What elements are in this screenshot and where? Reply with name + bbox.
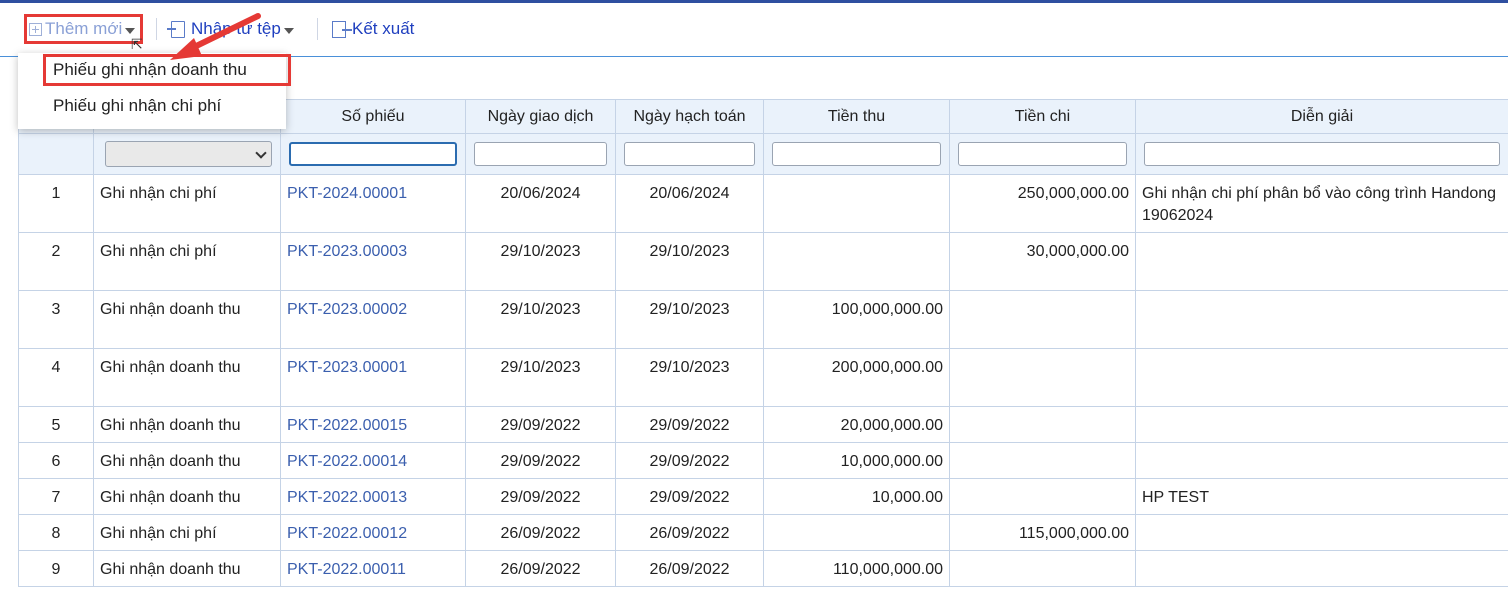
- annotation-arrow: [170, 13, 261, 60]
- col-header-posting-date[interactable]: Ngày hạch toán: [615, 99, 764, 134]
- table-filter-row: [18, 133, 1508, 175]
- row-posting-date: 26/09/2022: [649, 561, 730, 578]
- row-voucher-no-link[interactable]: PKT-2022.00013: [287, 489, 407, 506]
- row-voucher-no-link[interactable]: PKT-2023.00003: [287, 243, 407, 260]
- row-index: 2: [51, 243, 61, 260]
- mouse-cursor-icon: ⇱: [131, 37, 143, 53]
- row-type: Ghi nhận chi phí: [100, 525, 217, 542]
- col-header-payment-amount[interactable]: Tiền chi: [949, 99, 1136, 134]
- col-header-receipt-amount[interactable]: Tiền thu: [763, 99, 950, 134]
- export-label: Kết xuất: [352, 19, 415, 38]
- add-new-label: Thêm mới: [45, 19, 123, 38]
- row-type: Ghi nhận chi phí: [100, 185, 217, 202]
- description-filter-input[interactable]: [1144, 142, 1500, 166]
- row-voucher-no-link[interactable]: PKT-2022.00014: [287, 453, 407, 470]
- col-header-voucher-no[interactable]: Số phiếu: [280, 99, 466, 134]
- row-posting-date: 29/09/2022: [649, 489, 730, 506]
- row-type: Ghi nhận doanh thu: [100, 301, 241, 318]
- posting-date-filter-input[interactable]: [624, 142, 755, 166]
- row-type: Ghi nhận doanh thu: [100, 489, 241, 506]
- add-new-button[interactable]: Thêm mới: [24, 14, 143, 44]
- row-transaction-date: 29/10/2023: [500, 359, 581, 376]
- table-row[interactable]: 1 Ghi nhận chi phí PKT-2024.00001 20/06/202…: [18, 174, 1508, 233]
- row-posting-date: 29/09/2022: [649, 453, 730, 470]
- row-receipt-amount: 20,000,000.00: [840, 417, 943, 434]
- export-icon: [332, 20, 352, 38]
- col-header-transaction-date[interactable]: Ngày giao dịch: [465, 99, 616, 134]
- row-transaction-date: 29/09/2022: [500, 489, 581, 506]
- row-description: HP TEST: [1142, 489, 1209, 506]
- chevron-down-icon: [125, 27, 136, 34]
- table-row[interactable]: 4 Ghi nhận doanh thu PKT-2023.00001 29/10/2…: [18, 348, 1508, 407]
- row-transaction-date: 20/06/2024: [500, 185, 581, 202]
- row-posting-date: 20/06/2024: [649, 185, 730, 202]
- toolbar-separator: [156, 18, 157, 40]
- plus-icon: [29, 22, 42, 36]
- row-index: 6: [51, 453, 61, 470]
- row-type: Ghi nhận doanh thu: [100, 561, 241, 578]
- row-index: 7: [51, 489, 61, 506]
- voucher-no-filter-input[interactable]: [289, 142, 457, 166]
- row-posting-date: 29/10/2023: [649, 359, 730, 376]
- menu-item-expense-voucher[interactable]: Phiếu ghi nhận chi phí: [18, 89, 286, 123]
- row-payment-amount: 250,000,000.00: [1017, 185, 1129, 202]
- row-transaction-date: 26/09/2022: [500, 561, 581, 578]
- type-filter-select[interactable]: [105, 141, 272, 167]
- row-type: Ghi nhận chi phí: [100, 243, 217, 260]
- row-receipt-amount: 110,000,000.00: [832, 561, 943, 578]
- row-index: 9: [51, 561, 61, 578]
- table-row[interactable]: 7 Ghi nhận doanh thu PKT-2022.00013 29/09/2…: [18, 478, 1508, 515]
- row-posting-date: 26/09/2022: [649, 525, 730, 542]
- row-receipt-amount: 100,000,000.00: [831, 301, 943, 318]
- row-voucher-no-link[interactable]: PKT-2022.00012: [287, 525, 407, 542]
- filter-cell-empty: [18, 133, 94, 175]
- row-index: 3: [51, 301, 61, 318]
- row-payment-amount: 115,000,000.00: [1018, 525, 1129, 542]
- row-voucher-no-link[interactable]: PKT-2022.00011: [287, 561, 406, 578]
- row-posting-date: 29/09/2022: [649, 417, 730, 434]
- col-header-description[interactable]: Diễn giải: [1135, 99, 1508, 134]
- table-row[interactable]: 6 Ghi nhận doanh thu PKT-2022.00014 29/09/2…: [18, 442, 1508, 479]
- row-transaction-date: 29/10/2023: [500, 301, 581, 318]
- row-transaction-date: 29/10/2023: [500, 243, 581, 260]
- filter-cell-type: [93, 133, 281, 175]
- voucher-table: Số phiếu Ngày giao dịch Ngày hạch toán T…: [18, 99, 1508, 587]
- row-index: 1: [51, 185, 61, 202]
- row-type: Ghi nhận doanh thu: [100, 359, 241, 376]
- row-voucher-no-link[interactable]: PKT-2023.00001: [287, 359, 407, 376]
- export-button[interactable]: Kết xuất: [332, 14, 414, 44]
- row-receipt-amount: 10,000,000.00: [840, 453, 943, 470]
- row-voucher-no-link[interactable]: PKT-2023.00002: [287, 301, 407, 318]
- row-transaction-date: 29/09/2022: [500, 453, 581, 470]
- table-row[interactable]: 8 Ghi nhận chi phí PKT-2022.00012 26/09/202…: [18, 514, 1508, 551]
- receipt-filter-input[interactable]: [772, 142, 941, 166]
- row-transaction-date: 29/09/2022: [500, 417, 581, 434]
- toolbar-separator: [317, 18, 318, 40]
- row-posting-date: 29/10/2023: [649, 243, 730, 260]
- row-index: 5: [51, 417, 61, 434]
- table-row[interactable]: 5 Ghi nhận doanh thu PKT-2022.00015 29/09/2…: [18, 406, 1508, 443]
- table-row[interactable]: 3 Ghi nhận doanh thu PKT-2023.00002 29/10/2…: [18, 290, 1508, 349]
- table-row[interactable]: 9 Ghi nhận doanh thu PKT-2022.00011 26/09/2…: [18, 550, 1508, 587]
- payment-filter-input[interactable]: [958, 142, 1127, 166]
- row-index: 4: [51, 359, 61, 376]
- row-voucher-no-link[interactable]: PKT-2024.00001: [287, 185, 407, 202]
- row-type: Ghi nhận doanh thu: [100, 417, 241, 434]
- voucher-table-container: Số phiếu Ngày giao dịch Ngày hạch toán T…: [18, 99, 1508, 587]
- chevron-down-icon: [255, 147, 267, 159]
- row-type: Ghi nhận doanh thu: [100, 453, 241, 470]
- row-payment-amount: 30,000,000.00: [1026, 243, 1129, 260]
- table-row[interactable]: 2 Ghi nhận chi phí PKT-2023.00003 29/10/202…: [18, 232, 1508, 291]
- row-receipt-amount: 200,000,000.00: [831, 359, 943, 376]
- top-accent-bar: [0, 0, 1508, 3]
- row-index: 8: [51, 525, 61, 542]
- row-posting-date: 29/10/2023: [649, 301, 730, 318]
- table-body: 1 Ghi nhận chi phí PKT-2024.00001 20/06/202…: [18, 174, 1508, 587]
- chevron-down-icon: [283, 27, 294, 34]
- row-transaction-date: 26/09/2022: [500, 525, 581, 542]
- row-description: Ghi nhận chi phí phân bổ vào công trình …: [1142, 185, 1497, 224]
- row-voucher-no-link[interactable]: PKT-2022.00015: [287, 417, 407, 434]
- transaction-date-filter-input[interactable]: [474, 142, 607, 166]
- row-receipt-amount: 10,000.00: [871, 489, 943, 506]
